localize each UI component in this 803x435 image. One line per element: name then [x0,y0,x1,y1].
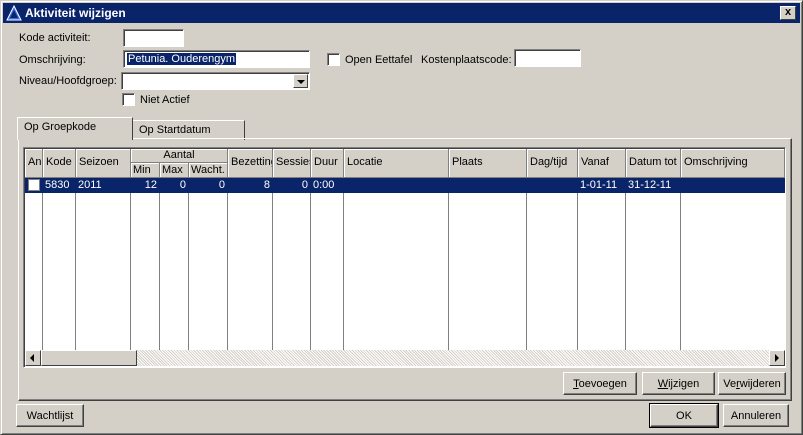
description-label: Omschrijving: [19,54,86,66]
cell-plaats [449,178,526,193]
col-header-ani[interactable]: Ani [25,149,43,178]
cell-max: 0 [179,179,186,191]
cell-wacht: 0 [218,179,225,191]
title-bar[interactable]: Aktiviteit wijzigen x [3,3,800,23]
dialog-window: Aktiviteit wijzigen x Kode activiteit: O… [0,0,803,435]
description-value: Petunia. Ouderengym [127,53,237,65]
tab-op-groepkode[interactable]: Op Groepkode [17,117,133,140]
open-eettafel-label: Open Eettafel [345,54,413,66]
ok-button[interactable]: OK [649,403,719,428]
cell-locatie [344,178,448,193]
chevron-down-icon[interactable] [293,74,308,88]
kostenplaats-label: Kostenplaatscode: [421,54,512,66]
niet-actief-checkbox[interactable] [122,93,135,106]
cell-duur: 0:00 [313,179,335,191]
col-header-max[interactable]: Max [160,163,189,178]
cell-sessies: 0 [301,179,308,191]
wachtlijst-button[interactable]: Wachtlijst [16,404,84,427]
row-checkbox[interactable] [28,179,40,191]
col-header-vanaf[interactable]: Vanaf [578,149,626,178]
scroll-left-icon[interactable] [25,350,41,366]
scroll-right-icon[interactable] [769,350,785,366]
kostenplaats-input[interactable] [514,49,581,67]
scroll-thumb[interactable] [41,350,137,366]
table-row[interactable]: 5830 2011 12 0 0 8 0 0:00 1-01-11 31-12-… [25,178,785,193]
tab-op-startdatum[interactable]: Op Startdatum [132,120,245,140]
toevoegen-button[interactable]: Toevoegen [563,372,637,395]
niet-actief-label: Niet Actief [140,94,190,106]
col-header-dagtijd[interactable]: Dag/tijd [527,149,578,178]
wijzigen-button[interactable]: Wijzigen [642,372,715,395]
cell-seizoen: 2011 [78,179,102,191]
open-eettafel-checkbox[interactable] [327,53,340,66]
col-header-duur[interactable]: Duur [311,149,344,178]
verwijderen-button[interactable]: Verwijderen [718,372,786,395]
window-title: Aktiviteit wijzigen [25,6,126,20]
horizontal-scrollbar[interactable] [25,350,785,366]
col-header-plaats[interactable]: Plaats [449,149,527,178]
description-input[interactable]: Petunia. Ouderengym [123,50,310,68]
col-header-kode[interactable]: Kode [43,149,76,178]
cell-min: 12 [144,179,157,191]
col-header-wacht[interactable]: Wacht. [189,163,228,178]
app-triangle-icon [6,5,22,21]
niveau-combobox[interactable] [121,72,310,90]
col-header-min[interactable]: Min [131,163,160,178]
col-header-locatie[interactable]: Locatie [344,149,449,178]
col-header-sessies[interactable]: Sessies [273,149,311,178]
table-header: Ani Kode Seizoen Aantal Min Max Wacht. B… [25,149,785,178]
annuleren-button[interactable]: Annuleren [723,404,789,427]
cell-datum-tot: 31-12-11 [628,179,672,191]
cell-dagtijd [527,178,577,193]
cell-vanaf: 1-01-11 [580,179,618,191]
cell-kode: 5830 [45,179,70,191]
code-input[interactable] [123,29,184,47]
col-header-bezetting[interactable]: Bezetting [228,149,273,178]
cell-omschrijving [681,178,785,193]
niveau-label: Niveau/Hoofdgroep: [19,75,117,87]
activities-table[interactable]: Ani Kode Seizoen Aantal Min Max Wacht. B… [23,147,786,368]
table-body: 5830 2011 12 0 0 8 0 0:00 1-01-11 31-12-… [25,178,785,350]
col-header-datum-tot[interactable]: Datum tot [626,149,681,178]
col-header-omschrijving[interactable]: Omschrijving [681,149,785,178]
col-group-aantal: Aantal [131,149,228,163]
cell-bezetting: 8 [263,179,270,191]
code-label: Kode activiteit: [19,32,91,44]
close-button[interactable]: x [780,6,796,20]
col-header-seizoen[interactable]: Seizoen [76,149,131,178]
